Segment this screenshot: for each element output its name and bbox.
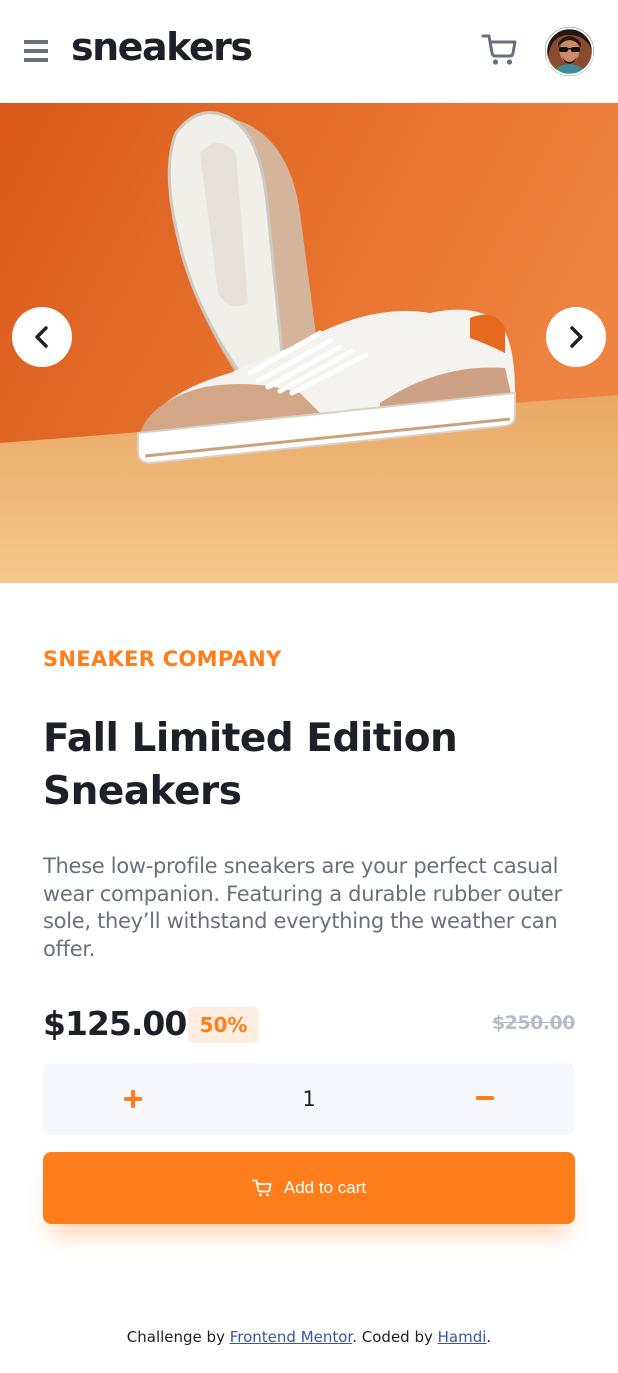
product-photo: [0, 103, 618, 583]
add-to-cart-button[interactable]: Add to cart: [43, 1152, 575, 1224]
attribution-footer: Challenge by Frontend Mentor. Coded by H…: [0, 1328, 618, 1346]
author-link[interactable]: Hamdi: [438, 1328, 487, 1346]
increase-quantity-button[interactable]: [88, 1063, 178, 1135]
company-name: SNEAKER COMPANY: [43, 647, 282, 671]
original-price: $250.00: [491, 1012, 576, 1034]
footer-prefix: Challenge by: [126, 1328, 230, 1346]
previous-image-button[interactable]: [12, 307, 72, 367]
frontend-mentor-link[interactable]: Frontend Mentor: [230, 1328, 353, 1346]
footer-middle: . Coded by: [352, 1328, 438, 1346]
minus-icon: [476, 1096, 494, 1100]
chevron-left-icon: [35, 326, 48, 348]
site-header: sneakers: [0, 0, 618, 103]
quantity-stepper: 1: [43, 1063, 575, 1135]
logo[interactable]: sneakers: [71, 22, 253, 72]
hamburger-menu-icon[interactable]: [24, 40, 48, 62]
next-image-button[interactable]: [546, 307, 606, 367]
cart-icon: [251, 1179, 272, 1197]
user-avatar[interactable]: [545, 27, 594, 76]
product-title: Fall Limited Edition Sneakers: [43, 716, 458, 814]
quantity-value: 1: [302, 1087, 316, 1111]
discount-badge: 50%: [188, 1007, 259, 1043]
product-description: These low-profile sneakers are your perf…: [43, 854, 562, 961]
plus-icon: [124, 1090, 142, 1108]
cart-icon[interactable]: [481, 32, 517, 66]
footer-suffix: .: [486, 1328, 492, 1346]
chevron-right-icon: [570, 326, 583, 348]
product-image-gallery: [0, 103, 618, 583]
decrease-quantity-button[interactable]: [440, 1063, 530, 1135]
current-price: $125.00: [43, 1004, 187, 1043]
add-to-cart-label: Add to cart: [283, 1178, 367, 1197]
